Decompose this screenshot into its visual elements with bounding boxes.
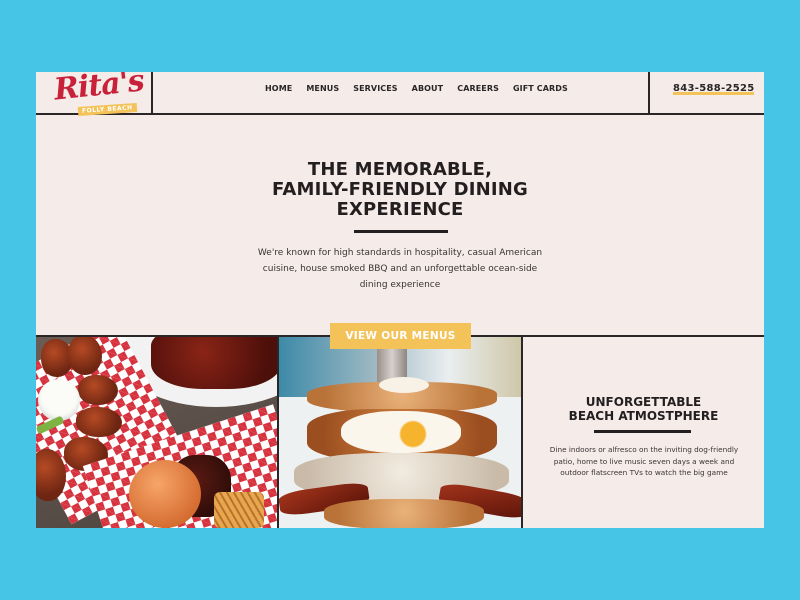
atmosphere-description: Dine indoors or alfresco on the inviting…	[549, 445, 739, 477]
view-menus-button[interactable]: VIEW OUR MENUS	[330, 323, 471, 349]
website-page: Rita's FOLLY BEACH HOME MENUS SERVICES A…	[36, 72, 764, 528]
hero-title-line: THE MEMORABLE,	[307, 159, 493, 180]
main-nav: HOME MENUS SERVICES ABOUT CAREERS GIFT C…	[265, 84, 568, 93]
nav-services[interactable]: SERVICES	[353, 84, 397, 93]
atmosphere-title-line: UNFORGETTABLE	[585, 395, 702, 409]
fries	[214, 492, 264, 528]
wing	[68, 337, 102, 375]
atmosphere-title-line: BEACH ATMOSTPHERE	[568, 409, 719, 423]
nav-gift-cards[interactable]: GIFT CARDS	[513, 84, 568, 93]
site-header: Rita's FOLLY BEACH HOME MENUS SERVICES A…	[36, 72, 764, 117]
hero-divider	[354, 230, 448, 233]
hero-title-line: FAMILY-FRIENDLY DINING	[271, 179, 529, 200]
hero-description: We're known for high standards in hospit…	[257, 248, 543, 290]
nav-careers[interactable]: CAREERS	[457, 84, 499, 93]
bbq-photo	[36, 337, 277, 528]
atmosphere-divider	[594, 430, 691, 433]
burger-bun	[129, 460, 201, 528]
breakfast-photo	[279, 337, 521, 528]
nav-home[interactable]: HOME	[265, 84, 292, 93]
nav-about[interactable]: ABOUT	[412, 84, 444, 93]
ranch-cup	[38, 379, 80, 421]
butter	[379, 377, 429, 393]
phone-cell: 843-588-2525	[648, 72, 764, 113]
hero-section: THE MEMORABLE, FAMILY-FRIENDLY DINING EX…	[36, 115, 764, 336]
hero-title: THE MEMORABLE, FAMILY-FRIENDLY DINING EX…	[36, 160, 764, 220]
logo-link[interactable]: Rita's FOLLY BEACH	[36, 72, 153, 117]
bottom-pancake	[324, 499, 484, 528]
phone-link[interactable]: 843-588-2525	[673, 83, 755, 95]
ribs	[151, 337, 277, 389]
wing	[76, 407, 122, 437]
hero-title-line: EXPERIENCE	[336, 199, 464, 220]
atmosphere-panel: UNFORGETTABLE BEACH ATMOSTPHERE Dine ind…	[523, 337, 764, 528]
nav-menus[interactable]: MENUS	[306, 84, 339, 93]
fried-egg	[341, 411, 461, 453]
atmosphere-title: UNFORGETTABLE BEACH ATMOSTPHERE	[523, 395, 764, 423]
wing	[78, 375, 118, 405]
